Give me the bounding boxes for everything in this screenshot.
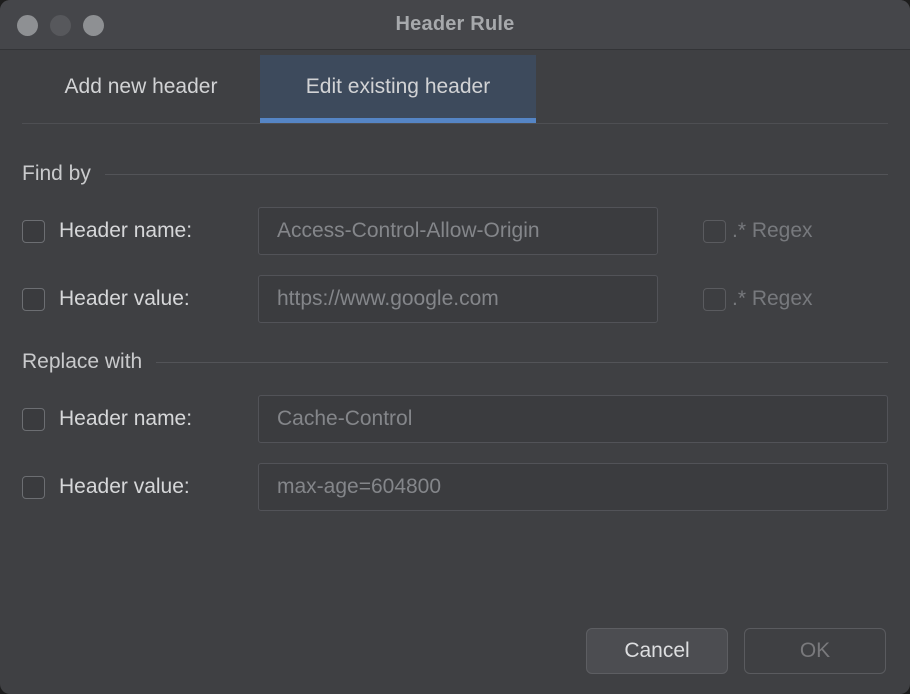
replace-header-value-row: Header value: max-age=604800 [22, 463, 888, 511]
tab-edit-existing-header-label: Edit existing header [306, 75, 490, 99]
replace-header-value-checkbox[interactable] [22, 476, 45, 499]
window-title: Header Rule [396, 13, 515, 36]
find-header-value-regex-label: .* Regex [732, 287, 813, 311]
tab-add-new-header[interactable]: Add new header [22, 55, 260, 119]
tab-bar-divider [22, 123, 888, 124]
replace-header-name-input[interactable]: Cache-Control [258, 395, 888, 443]
dialog-footer: Cancel OK [586, 628, 886, 674]
find-header-value-input[interactable]: https://www.google.com [258, 275, 658, 323]
find-header-value-regex-group[interactable]: .* Regex [703, 287, 813, 311]
find-header-value-regex-checkbox[interactable] [703, 288, 726, 311]
find-header-value-row: Header value: https://www.google.com .* … [22, 275, 888, 323]
find-header-value-checkbox-group[interactable]: Header value: [22, 287, 258, 311]
section-title-find-by: Find by [22, 162, 91, 186]
dialog-content: Find by Header name: Access-Control-Allo… [0, 161, 910, 511]
find-header-name-regex-group[interactable]: .* Regex [703, 219, 813, 243]
replace-header-name-label: Header name: [59, 407, 192, 431]
find-header-name-row: Header name: Access-Control-Allow-Origin… [22, 207, 888, 255]
title-bar: Header Rule [0, 0, 910, 50]
replace-header-name-row: Header name: Cache-Control [22, 395, 888, 443]
replace-header-value-input[interactable]: max-age=604800 [258, 463, 888, 511]
find-header-name-input[interactable]: Access-Control-Allow-Origin [258, 207, 658, 255]
find-header-value-checkbox[interactable] [22, 288, 45, 311]
find-header-name-regex-checkbox[interactable] [703, 220, 726, 243]
replace-header-name-checkbox-group[interactable]: Header name: [22, 407, 258, 431]
ok-button[interactable]: OK [744, 628, 886, 674]
close-window-button[interactable] [17, 15, 38, 36]
find-header-name-regex-label: .* Regex [732, 219, 813, 243]
tab-bar: Add new header Edit existing header [0, 55, 910, 135]
header-rule-dialog: Header Rule Add new header Edit existing… [0, 0, 910, 694]
tab-add-new-header-label: Add new header [65, 75, 218, 99]
section-title-replace-with: Replace with [22, 350, 142, 374]
replace-header-name-checkbox[interactable] [22, 408, 45, 431]
replace-header-value-checkbox-group[interactable]: Header value: [22, 475, 258, 499]
replace-header-value-label: Header value: [59, 475, 190, 499]
find-header-name-label: Header name: [59, 219, 192, 243]
find-header-name-checkbox[interactable] [22, 220, 45, 243]
tab-edit-existing-header[interactable]: Edit existing header [260, 55, 536, 119]
cancel-button[interactable]: Cancel [586, 628, 728, 674]
section-rule-replace-with [156, 362, 888, 363]
minimize-window-button[interactable] [50, 15, 71, 36]
section-header-find-by: Find by [22, 161, 888, 187]
find-header-value-label: Header value: [59, 287, 190, 311]
maximize-window-button[interactable] [83, 15, 104, 36]
traffic-lights [17, 0, 104, 50]
find-header-name-checkbox-group[interactable]: Header name: [22, 219, 258, 243]
section-header-replace-with: Replace with [22, 349, 888, 375]
section-rule-find-by [105, 174, 888, 175]
